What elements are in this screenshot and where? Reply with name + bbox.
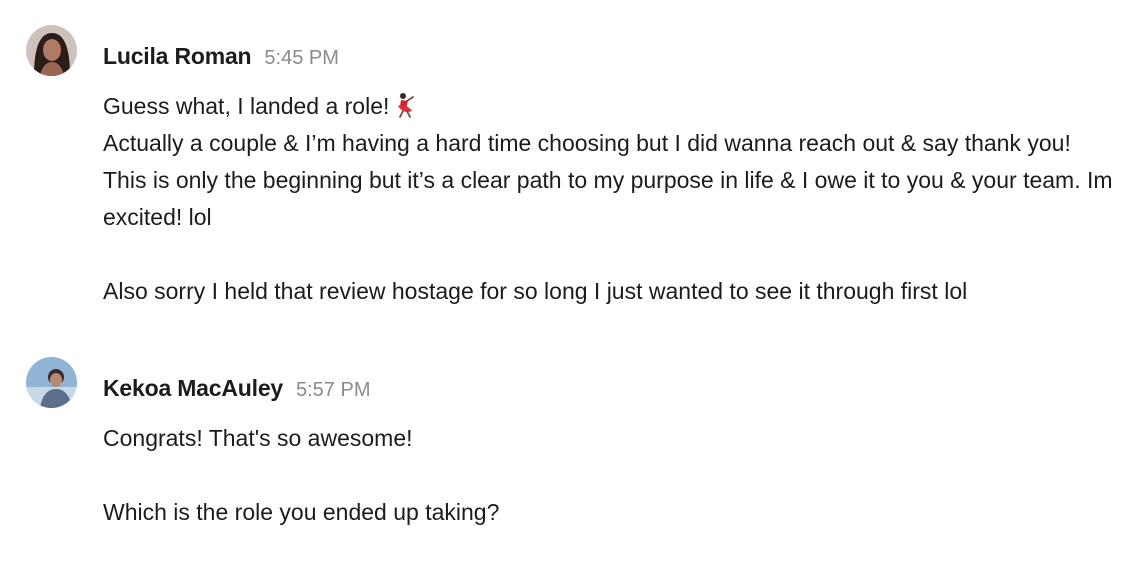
message-header: Kekoa MacAuley 5:57 PM xyxy=(103,375,370,402)
timestamp[interactable]: 5:57 PM xyxy=(296,379,370,402)
sender-name[interactable]: Lucila Roman xyxy=(103,43,252,70)
user-avatar-photo-icon xyxy=(26,357,77,408)
timestamp[interactable]: 5:45 PM xyxy=(264,47,338,70)
message-text: Guess what, I landed a role! xyxy=(103,93,390,119)
dancer-emoji-icon xyxy=(393,92,417,118)
avatar[interactable] xyxy=(26,25,77,76)
sender-name[interactable]: Kekoa MacAuley xyxy=(103,375,283,402)
avatar[interactable] xyxy=(26,357,77,408)
user-avatar-photo-icon xyxy=(26,25,77,76)
message-header: Lucila Roman 5:45 PM xyxy=(103,43,339,70)
message-body: Guess what, I landed a role! Actually a … xyxy=(103,88,1113,310)
message-text: Which is the role you ended up taking? xyxy=(103,499,500,525)
message-text: Also sorry I held that review hostage fo… xyxy=(103,278,968,304)
message-line: Guess what, I landed a role! xyxy=(103,88,1113,125)
message-text: Actually a couple & I’m having a hard ti… xyxy=(103,130,1119,230)
message-text: Congrats! That's so awesome! xyxy=(103,425,413,451)
message-body: Congrats! That's so awesome! Which is th… xyxy=(103,420,1113,531)
